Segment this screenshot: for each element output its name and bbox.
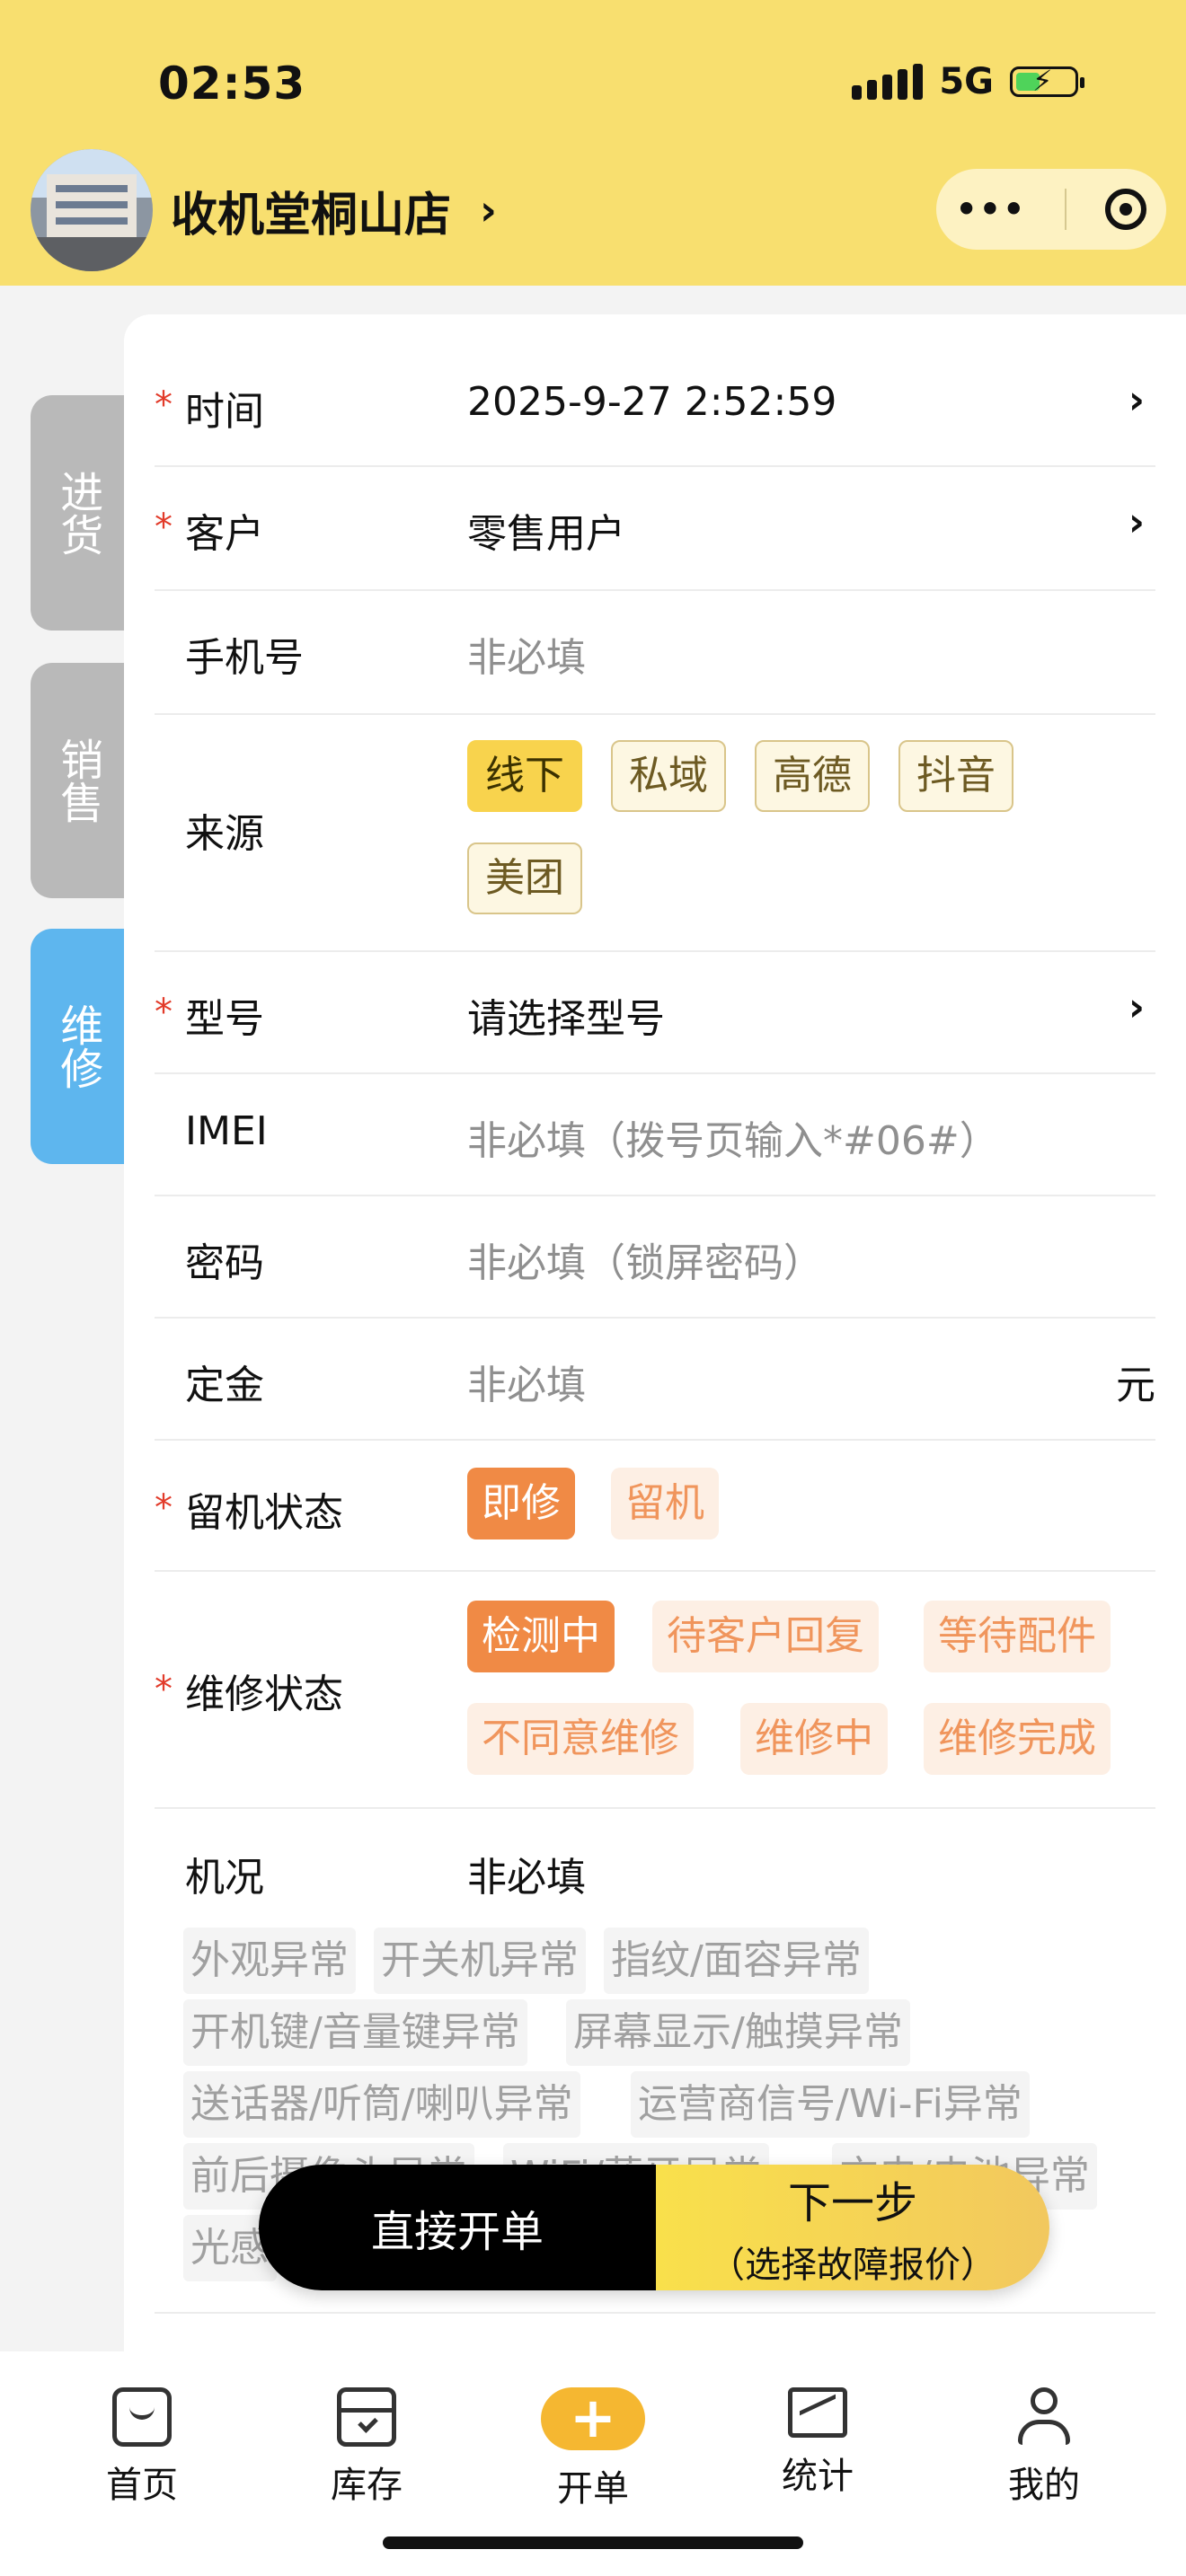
side-tab-purchase[interactable]: 进货 (31, 395, 124, 631)
chart-icon (788, 2387, 847, 2438)
required-mark: * (155, 384, 173, 426)
repair-option-await-parts[interactable]: 等待配件 (924, 1601, 1111, 1672)
store-name: 收机堂桐山店 (171, 188, 452, 243)
deposit-input[interactable]: 非必填 (467, 1353, 586, 1410)
model-label: 型号 (185, 996, 264, 1042)
home-bag-icon (112, 2387, 172, 2447)
required-mark: * (155, 1487, 173, 1529)
condition-tag[interactable]: 运营商信号/Wi-Fi异常 (631, 2071, 1030, 2138)
model-select[interactable]: 请选择型号 (467, 986, 665, 1044)
phone-label: 手机号 (185, 635, 304, 681)
time-label: 时间 (185, 389, 264, 435)
repair-status-label: 维修状态 (185, 1672, 343, 1717)
next-step-sublabel: （选择故障报价） (709, 2245, 996, 2286)
condition-label: 机况 (185, 1855, 264, 1901)
condition-tag[interactable]: 屏幕显示/触摸异常 (566, 1999, 910, 2066)
required-mark: * (155, 507, 173, 548)
plus-icon: + (541, 2387, 645, 2450)
source-option-amap[interactable]: 高德 (755, 740, 870, 812)
retain-status-label: 留机状态 (185, 1490, 343, 1536)
phone-input[interactable]: 非必填 (467, 625, 586, 683)
condition-tag[interactable]: 指纹/面容异常 (604, 1928, 869, 1994)
user-icon (1014, 2387, 1074, 2447)
password-row[interactable]: 密码 非必填（锁屏密码） (155, 1196, 1155, 1319)
time-value[interactable]: 2025-9-27 2:52:59 (467, 379, 836, 425)
side-tab-sales[interactable]: 销售 (31, 663, 124, 898)
retain-status-row: * 留机状态 即修 留机 (155, 1441, 1155, 1572)
model-row[interactable]: * 型号 请选择型号 › (155, 952, 1155, 1074)
repair-option-done[interactable]: 维修完成 (924, 1703, 1111, 1775)
chevron-right-icon: › (480, 186, 497, 234)
store-selector[interactable]: 收机堂桐山店 › (31, 149, 497, 271)
retain-option-keep[interactable]: 留机 (611, 1468, 719, 1539)
imei-label: IMEI (185, 1108, 268, 1154)
inventory-box-icon (337, 2387, 396, 2447)
store-avatar (31, 149, 153, 271)
nav-mine[interactable]: 我的 (972, 2387, 1116, 2508)
deposit-label: 定金 (185, 1363, 264, 1408)
repair-option-await-reply[interactable]: 待客户回复 (652, 1601, 879, 1672)
next-step-button[interactable]: 下一步 （选择故障报价） (656, 2165, 1049, 2290)
repair-status-row: * 维修状态 检测中 待客户回复 等待配件 不同意维修 维修中 维修完成 (155, 1572, 1155, 1809)
nav-home[interactable]: 首页 (70, 2387, 214, 2508)
customer-value[interactable]: 零售用户 (467, 501, 625, 559)
repair-option-repairing[interactable]: 维修中 (740, 1703, 888, 1775)
direct-order-button[interactable]: 直接开单 (259, 2165, 656, 2290)
signal-icon (852, 64, 924, 100)
condition-tag[interactable]: 外观异常 (183, 1928, 356, 1994)
chevron-right-icon: › (1128, 984, 1145, 1030)
password-label: 密码 (185, 1240, 264, 1286)
status-time: 02:53 (158, 57, 306, 110)
nav-create-label: 开单 (557, 2468, 629, 2510)
more-icon[interactable]: ••• (956, 190, 1027, 229)
phone-row[interactable]: 手机号 非必填 (155, 591, 1155, 715)
repair-option-testing[interactable]: 检测中 (467, 1601, 615, 1672)
next-step-label: 下一步 (787, 2178, 917, 2228)
action-bar: 直接开单 下一步 （选择故障报价） (259, 2165, 1049, 2290)
condition-tag[interactable]: 开关机异常 (374, 1928, 586, 1994)
condition-tag[interactable]: 送话器/听筒/喇叭异常 (183, 2071, 580, 2138)
source-option-douyin[interactable]: 抖音 (898, 740, 1013, 812)
condition-tag[interactable]: 开机键/音量键异常 (183, 1999, 527, 2066)
close-target-icon[interactable] (1105, 189, 1147, 230)
nav-mine-label: 我的 (1008, 2465, 1080, 2506)
imei-row[interactable]: IMEI 非必填（拨号页输入*#06#） (155, 1074, 1155, 1196)
battery-icon: ⚡ (1010, 66, 1084, 97)
network-label: 5G (939, 61, 994, 102)
chevron-right-icon: › (1128, 499, 1145, 545)
deposit-row[interactable]: 定金 非必填 元 (155, 1319, 1155, 1441)
time-row[interactable]: * 时间 2025-9-27 2:52:59 › (155, 343, 1155, 467)
password-input[interactable]: 非必填（锁屏密码） (467, 1231, 823, 1288)
nav-stats[interactable]: 统计 (746, 2387, 890, 2499)
status-icons: 5G ⚡ (852, 61, 1084, 102)
nav-inventory[interactable]: 库存 (295, 2387, 438, 2508)
source-option-offline[interactable]: 线下 (467, 740, 582, 812)
deposit-unit: 元 (1116, 1363, 1155, 1408)
source-label: 来源 (185, 811, 264, 857)
retain-option-immediate[interactable]: 即修 (467, 1468, 575, 1539)
home-indicator (383, 2536, 803, 2549)
source-row: 来源 线下 私域 高德 抖音 美团 (155, 715, 1155, 952)
customer-label: 客户 (185, 511, 264, 557)
customer-row[interactable]: * 客户 零售用户 › (155, 467, 1155, 591)
source-option-private[interactable]: 私域 (611, 740, 726, 812)
nav-create-order[interactable]: + 开单 (521, 2387, 665, 2511)
required-mark: * (155, 1669, 173, 1710)
required-mark: * (155, 992, 173, 1033)
chevron-right-icon: › (1128, 377, 1145, 423)
repair-option-declined[interactable]: 不同意维修 (467, 1703, 694, 1775)
nav-stats-label: 统计 (782, 2456, 854, 2497)
imei-input[interactable]: 非必填（拨号页输入*#06#） (467, 1108, 999, 1166)
condition-input[interactable]: 非必填 (467, 1845, 586, 1902)
nav-home-label: 首页 (106, 2465, 178, 2506)
mini-program-capsule: ••• (936, 169, 1166, 250)
side-tab-repair[interactable]: 维修 (31, 929, 124, 1164)
source-option-meituan[interactable]: 美团 (467, 842, 582, 914)
nav-inventory-label: 库存 (331, 2465, 403, 2506)
